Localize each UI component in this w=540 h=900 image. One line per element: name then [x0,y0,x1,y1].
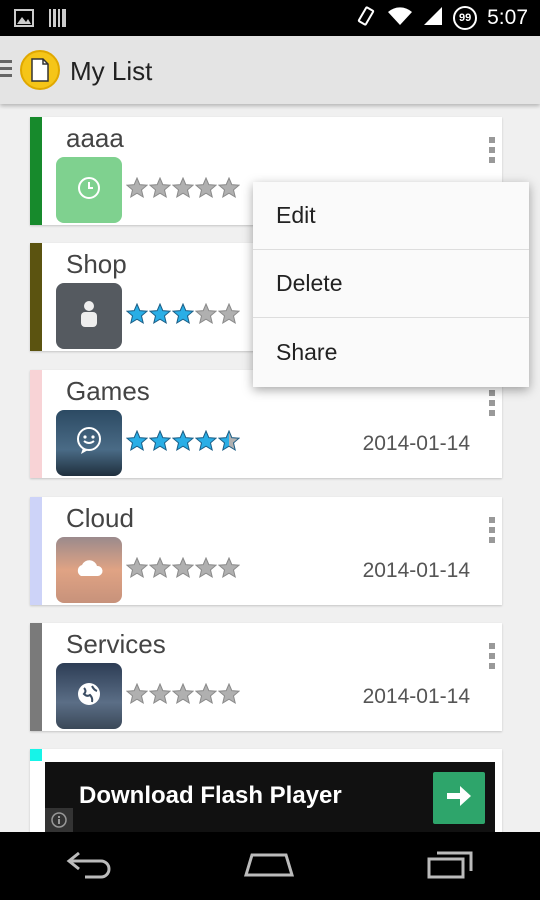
signal-icon [423,6,443,31]
star-icon[interactable] [171,302,195,325]
ad-banner[interactable]: Download Flash Player [45,762,495,832]
barcode-icon [48,8,68,33]
ad-text[interactable]: Download Flash Player [79,782,342,810]
home-icon[interactable] [242,849,296,884]
star-icon[interactable] [148,176,172,199]
page-title: My List [70,56,153,86]
arrow-right-icon [445,784,473,813]
ad-arrow-button[interactable] [433,772,485,824]
star-icon[interactable] [148,429,172,452]
menu-item-share[interactable]: Share [253,318,529,386]
context-popup-menu: Edit Delete Share [253,182,529,387]
overflow-menu-button[interactable] [488,643,496,669]
star-icon[interactable] [171,176,195,199]
star-icon[interactable] [148,682,172,705]
overflow-menu-button[interactable] [488,517,496,543]
star-icon[interactable] [217,429,241,452]
star-icon[interactable] [148,302,172,325]
system-nav-bar [0,832,540,900]
star-icon[interactable] [148,556,172,579]
overflow-menu-button[interactable] [488,390,496,416]
item-thumbnail [56,537,122,603]
star-icon[interactable] [171,429,195,452]
status-bar: 99 5:07 [0,0,540,36]
menu-item-edit[interactable]: Edit [253,182,529,250]
wifi-icon [387,6,413,31]
item-title: Cloud [66,503,134,533]
rating-stars[interactable] [125,682,241,705]
item-date: 2014-01-14 [362,432,470,455]
star-icon[interactable] [125,302,149,325]
item-title: Shop [66,249,127,279]
star-icon[interactable] [171,556,195,579]
rating-stars[interactable] [125,176,241,199]
action-bar: My List [0,36,540,104]
vibrate-icon [355,5,377,32]
overflow-menu-button[interactable] [488,137,496,163]
drawer-menu-icon[interactable] [0,60,12,80]
list-item[interactable]: Cloud 2014-01-14 [30,497,502,605]
rating-stars[interactable] [125,556,241,579]
star-icon[interactable] [217,176,241,199]
notification-badge: 99 [453,6,478,30]
star-icon[interactable] [217,682,241,705]
item-thumbnail [56,283,122,349]
color-strip [30,117,42,225]
item-thumbnail [56,410,122,476]
status-time: 5:07 [487,6,528,29]
smiley-chat-icon [75,426,103,461]
globe-icon [75,680,103,713]
recent-apps-icon[interactable] [425,849,475,884]
item-title: Games [66,376,150,406]
color-strip [30,370,42,478]
star-icon[interactable] [217,556,241,579]
star-icon[interactable] [194,302,218,325]
clock-icon [76,175,102,206]
item-date: 2014-01-14 [362,559,470,582]
person-icon [78,300,100,333]
item-title: aaaa [66,123,124,153]
star-icon[interactable] [194,429,218,452]
star-icon[interactable] [125,556,149,579]
star-icon[interactable] [125,176,149,199]
item-date: 2014-01-14 [362,685,470,708]
list-item[interactable]: Services 2014-01-14 [30,623,502,731]
star-icon[interactable] [125,682,149,705]
color-strip [30,497,42,605]
back-icon[interactable] [65,849,113,884]
item-title: Services [66,629,166,659]
star-icon[interactable] [217,302,241,325]
star-icon[interactable] [171,682,195,705]
image-icon [14,9,34,32]
app-logo-icon[interactable] [20,50,60,90]
star-icon[interactable] [125,429,149,452]
color-strip [30,749,42,761]
menu-item-delete[interactable]: Delete [253,250,529,318]
rating-stars[interactable] [125,302,241,325]
item-thumbnail [56,663,122,729]
rating-stars[interactable] [125,429,241,452]
color-strip [30,623,42,731]
star-icon[interactable] [194,556,218,579]
cloud-icon [74,558,104,583]
star-icon[interactable] [194,682,218,705]
star-icon[interactable] [194,176,218,199]
ad-info-icon[interactable] [45,808,73,832]
item-thumbnail [56,157,122,223]
color-strip [30,243,42,351]
